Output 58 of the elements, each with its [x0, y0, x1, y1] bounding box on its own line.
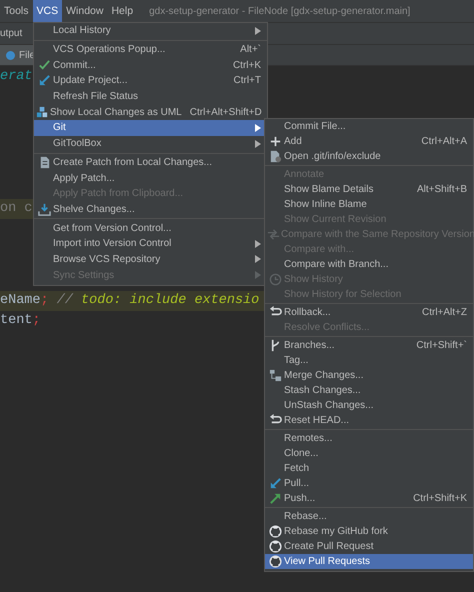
menu-bar-item[interactable]: VCS — [32, 0, 62, 22]
menu-item[interactable]: Merge Changes... — [265, 368, 473, 383]
code-line: erat — [0, 68, 32, 86]
menu-item[interactable]: Import into Version Control — [34, 236, 267, 252]
menu-item[interactable]: Rebase my GitHub fork — [265, 524, 473, 539]
menu-item[interactable]: Get from Version Control... — [34, 220, 267, 236]
menu-item[interactable]: Compare with Branch... — [265, 257, 473, 272]
menu-item[interactable]: Shelve Changes... — [34, 202, 267, 218]
arrows-icon — [267, 228, 280, 241]
menu-bar-item[interactable]: Help — [107, 0, 138, 22]
github-icon — [268, 540, 282, 553]
menu-item[interactable]: Apply Patch... — [34, 170, 267, 186]
arrow-icon — [268, 492, 282, 505]
github-icon — [268, 555, 282, 568]
code-line: on c — [0, 200, 32, 218]
menu-item[interactable]: Show Local Changes as UML Ctrl+Alt+Shift+D — [34, 104, 267, 120]
github-icon — [268, 525, 282, 538]
menu-item[interactable]: Refresh File Status — [34, 88, 267, 104]
menu-item[interactable]: Pull... — [265, 476, 473, 491]
breadcrumb[interactable]: utput — [0, 28, 22, 39]
menu-item[interactable]: UnStash Changes... — [265, 398, 473, 413]
arrow-icon — [38, 74, 50, 88]
tray-icon — [38, 202, 50, 216]
code-line: eName; // todo: include extensio — [0, 292, 260, 310]
menu-item[interactable]: Tag... — [265, 353, 473, 368]
window-title: gdx-setup-generator - FileNode [gdx-setup-generator.main] — [149, 6, 410, 16]
code-line: tent; — [0, 312, 41, 330]
plus-icon — [268, 135, 282, 148]
menu-item[interactable]: Rebase... — [265, 509, 473, 524]
menu-item[interactable]: View Pull Requests — [265, 554, 473, 569]
menu-item[interactable]: Update Project... Ctrl+T — [34, 73, 267, 89]
folders-icon — [268, 369, 282, 382]
menu-item[interactable]: Rollback... Ctrl+Alt+Z — [265, 305, 473, 320]
menu-item[interactable]: Commit File... — [265, 119, 473, 134]
menu-item[interactable]: Fetch — [265, 461, 473, 476]
menu-item[interactable]: Clone... — [265, 446, 473, 461]
menu-item[interactable]: GitToolBox — [34, 136, 267, 152]
menu-item[interactable]: Branches... Ctrl+Shift+` — [265, 338, 473, 353]
menu-item[interactable]: Create Pull Request — [265, 539, 473, 554]
menu-item[interactable]: Remotes... — [265, 431, 473, 446]
document-icon — [268, 150, 282, 163]
menu-item[interactable]: Local History — [34, 23, 267, 39]
menu-item[interactable]: Add Ctrl+Alt+A — [265, 134, 473, 149]
arrow-icon — [268, 477, 282, 490]
check-icon — [38, 58, 50, 72]
menu-item[interactable]: Show Inline Blame — [265, 197, 473, 212]
menu-item[interactable]: Push... Ctrl+Shift+K — [265, 491, 473, 506]
menu-item[interactable]: Create Patch from Local Changes... — [34, 154, 267, 170]
menu-item[interactable]: Show Blame Details Alt+Shift+B — [265, 182, 473, 197]
menu-item[interactable]: Browse VCS Repository — [34, 252, 267, 268]
menu-bar-item[interactable]: Tools — [0, 0, 33, 22]
menu-item[interactable]: Git — [34, 120, 267, 136]
menu-item[interactable]: Stash Changes... — [265, 383, 473, 398]
menu-bar-item[interactable]: Window — [62, 0, 108, 22]
clock-icon — [268, 273, 282, 286]
menu-item[interactable]: Open .git/info/exclude — [265, 149, 473, 164]
menu-item[interactable]: Reset HEAD... — [265, 413, 473, 428]
cubes-icon — [36, 106, 49, 119]
